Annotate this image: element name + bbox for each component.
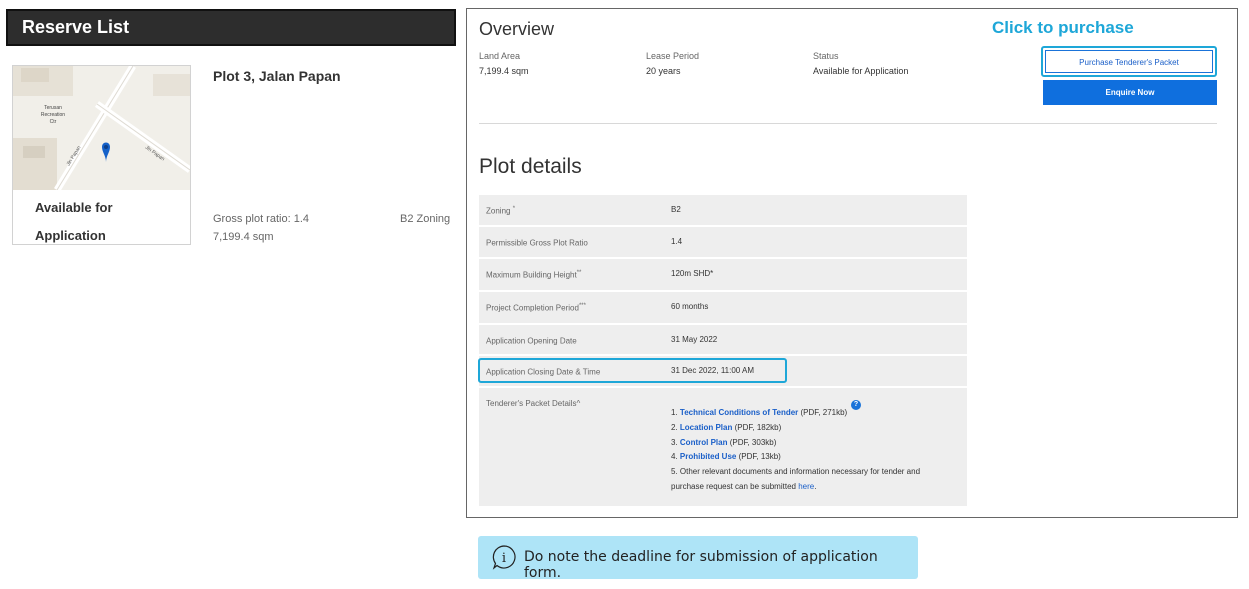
- row-value: 60 months: [671, 302, 709, 311]
- plot-area: 7,199.4 sqm: [213, 231, 274, 243]
- card-status-line2: Application: [35, 228, 106, 243]
- tenderer-packet-row: Tenderer's Packet Details^ ? 1. Technica…: [479, 388, 967, 506]
- table-row: Project Completion Period*** 60 months: [479, 292, 967, 323]
- row-value: 120m SHD*: [671, 269, 714, 278]
- row-value: 1.4: [671, 237, 683, 246]
- reserve-list-header: Reserve List: [6, 9, 456, 46]
- deadline-note: i Do note the deadline for submission of…: [478, 536, 918, 581]
- lease-period-label: Lease Period: [646, 51, 700, 61]
- land-area-label: Land Area: [479, 51, 521, 61]
- row-label: Project Completion Period***: [486, 303, 586, 313]
- info-icon: i: [491, 544, 517, 570]
- gross-plot-ratio: Gross plot ratio: 1.4: [213, 213, 309, 225]
- row-label: Application Opening Date: [486, 336, 577, 346]
- plot-details-title: Plot details: [479, 155, 582, 178]
- card-status: Available for Application: [35, 194, 185, 250]
- status-value: Available for Application: [813, 66, 909, 76]
- plot-detail-panel: Overview Click to purchase Land Area 7,1…: [466, 8, 1238, 518]
- map-place-label: Recreation: [41, 112, 65, 118]
- note-text: Do note the deadline for submission of a…: [524, 549, 878, 581]
- enquire-now-button[interactable]: Enquire Now: [1043, 80, 1217, 105]
- plot-name[interactable]: Plot 3, Jalan Papan: [213, 68, 341, 84]
- lease-period-value: 20 years: [646, 66, 681, 76]
- purchase-packet-button[interactable]: Purchase Tenderer's Packet: [1045, 50, 1213, 73]
- card-status-line1: Available for: [35, 200, 113, 215]
- prohibited-use-link[interactable]: Prohibited Use: [680, 452, 736, 461]
- row-label: Permissible Gross Plot Ratio: [486, 238, 588, 248]
- technical-conditions-link[interactable]: Technical Conditions of Tender: [680, 408, 798, 417]
- row-label: Tenderer's Packet Details^: [486, 399, 581, 408]
- list-item: 3. Control Plan (PDF, 303kb): [671, 437, 777, 447]
- list-item: 4. Prohibited Use (PDF, 13kb): [671, 452, 781, 462]
- location-plan-link[interactable]: Location Plan: [680, 423, 732, 432]
- status-label: Status: [813, 51, 839, 61]
- list-item: 2. Location Plan (PDF, 182kb): [671, 422, 782, 432]
- table-row: Zoning * B2: [479, 195, 967, 225]
- section-divider: [479, 123, 1217, 124]
- table-row: Maximum Building Height** 120m SHD*: [479, 259, 967, 290]
- table-row: Permissible Gross Plot Ratio 1.4: [479, 227, 967, 257]
- here-link[interactable]: here: [798, 482, 814, 491]
- map-place-label: Ctr: [50, 119, 57, 125]
- row-label: Zoning *: [486, 206, 516, 216]
- list-item: 5. Other relevant documents and informat…: [671, 467, 921, 477]
- map-place-label: Terusan: [44, 105, 62, 111]
- svg-text:i: i: [502, 551, 506, 566]
- overview-title: Overview: [479, 19, 555, 39]
- table-row: Application Opening Date 31 May 2022: [479, 325, 967, 354]
- purchase-packet-button-highlight: Purchase Tenderer's Packet: [1041, 46, 1217, 77]
- row-value: 31 May 2022: [671, 335, 718, 344]
- plot-zoning: B2 Zoning: [400, 213, 451, 225]
- row-value: B2: [671, 205, 681, 214]
- closing-date-highlight: [478, 358, 787, 383]
- plot-map[interactable]: Terusan Recreation Ctr Jln Papan Jln Pap…: [13, 66, 190, 190]
- list-item: purchase request can be submitted here.: [671, 481, 817, 491]
- land-area-value: 7,199.4 sqm: [479, 66, 529, 76]
- click-to-purchase-label: Click to purchase: [992, 18, 1134, 37]
- packet-document-list: 1. Technical Conditions of Tender (PDF, …: [671, 406, 920, 495]
- row-label: Maximum Building Height**: [486, 270, 582, 280]
- plot-card[interactable]: Terusan Recreation Ctr Jln Papan Jln Pap…: [12, 65, 191, 245]
- control-plan-link[interactable]: Control Plan: [680, 438, 728, 447]
- map-image: Terusan Recreation Ctr Jln Papan Jln Pap…: [13, 66, 190, 190]
- list-item: 1. Technical Conditions of Tender (PDF, …: [671, 408, 848, 417]
